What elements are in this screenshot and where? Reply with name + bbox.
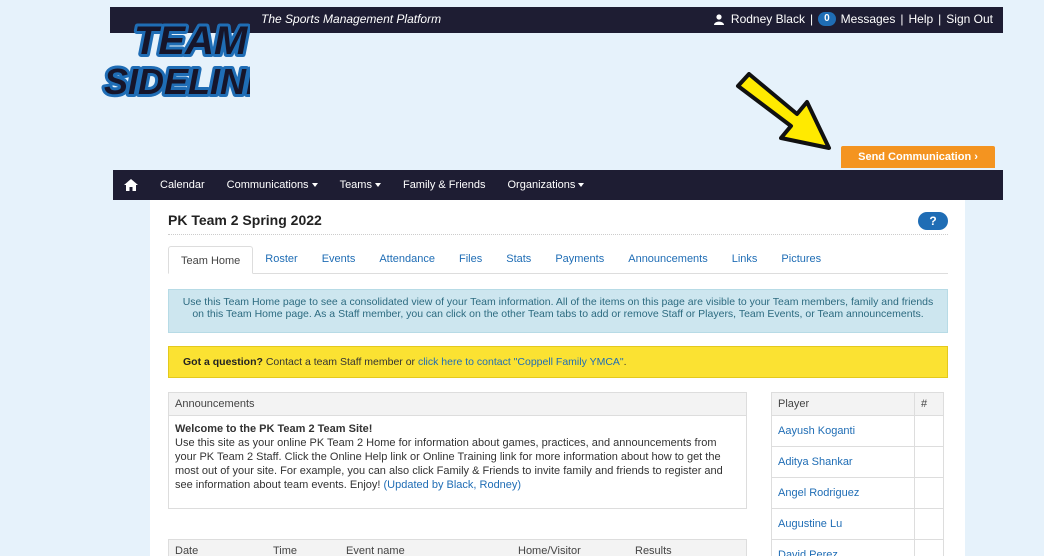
player-number	[915, 509, 943, 539]
col-player: Player	[772, 393, 915, 415]
table-row: Augustine Lu	[772, 509, 943, 540]
player-link[interactable]: Augustine Lu	[772, 509, 915, 539]
send-communication-button[interactable]: Send Communication ›	[841, 146, 995, 168]
table-row: Angel Rodriguez	[772, 478, 943, 509]
nav-family-friends[interactable]: Family & Friends	[392, 179, 497, 191]
col-number: #	[921, 398, 928, 410]
tab-events[interactable]: Events	[310, 245, 368, 273]
info-alert: Use this Team Home page to see a consoli…	[168, 289, 948, 333]
player-number	[915, 416, 943, 446]
nav-teams[interactable]: Teams	[329, 179, 392, 191]
player-number	[915, 478, 943, 508]
tab-roster[interactable]: Roster	[253, 245, 309, 273]
players-header-row: Player #	[772, 393, 943, 416]
contact-ymca-link[interactable]: click here to contact "Coppell Family YM…	[418, 356, 624, 368]
tab-announcements[interactable]: Announcements	[616, 245, 720, 273]
tab-files[interactable]: Files	[447, 245, 494, 273]
main-nav: Calendar Communications Teams Family & F…	[113, 170, 1003, 200]
team-tabs: Team Home Roster Events Attendance Files…	[168, 246, 948, 274]
nav-organizations[interactable]: Organizations	[497, 179, 596, 191]
pointer-arrow-icon	[736, 72, 831, 150]
player-number	[915, 447, 943, 477]
announcement-title: Welcome to the PK Team 2 Team Site!	[175, 423, 373, 435]
tab-stats[interactable]: Stats	[494, 245, 543, 273]
player-link[interactable]: Angel Rodriguez	[772, 478, 915, 508]
player-link[interactable]: Aditya Shankar	[772, 447, 915, 477]
question-end: .	[623, 356, 627, 368]
player-link[interactable]: David Perez	[772, 540, 915, 556]
messages-link[interactable]: Messages	[841, 12, 896, 26]
user-name-link[interactable]: Rodney Black	[731, 12, 805, 26]
announcement-updated-by: (Updated by Black, Rodney)	[383, 479, 522, 491]
help-link[interactable]: Help	[908, 12, 933, 26]
separator: |	[938, 12, 942, 26]
messages-count-badge[interactable]: 0	[818, 12, 836, 26]
tab-pictures[interactable]: Pictures	[769, 245, 833, 273]
table-row: Aditya Shankar	[772, 447, 943, 478]
user-icon	[713, 13, 724, 25]
table-row: Aayush Koganti	[772, 416, 943, 447]
title-divider	[168, 234, 948, 235]
tab-team-home[interactable]: Team Home	[168, 246, 254, 274]
home-icon[interactable]	[113, 179, 149, 191]
announcement-body: Welcome to the PK Team 2 Team Site! Use …	[169, 416, 746, 498]
col-home-visitor[interactable]: Home/Visitor	[518, 545, 581, 556]
announcements-box: Announcements Welcome to the PK Team 2 T…	[168, 392, 747, 509]
events-table-header: Date Time Event name Home/Visitor Result…	[168, 539, 747, 556]
tab-links[interactable]: Links	[720, 245, 770, 273]
question-label: Got a question?	[183, 356, 263, 368]
caret-down-icon	[578, 183, 585, 188]
player-number	[915, 540, 943, 556]
player-link[interactable]: Aayush Koganti	[772, 416, 915, 446]
caret-down-icon	[311, 183, 318, 188]
separator: |	[809, 12, 814, 26]
content-panel: PK Team 2 Spring 2022 ? Team Home Roster…	[150, 200, 965, 556]
top-nav: Rodney Black | 0 Messages | Help | Sign …	[713, 12, 993, 26]
team-sideline-logo[interactable]: TEAM TEAM SIDELINE SIDELINE	[100, 14, 250, 100]
svg-text:SIDELINE: SIDELINE	[104, 61, 250, 100]
table-row: David Perez	[772, 540, 943, 556]
tagline: The Sports Management Platform	[261, 12, 442, 26]
svg-text:TEAM: TEAM	[134, 19, 249, 63]
caret-down-icon	[374, 183, 381, 188]
page-title: PK Team 2 Spring 2022	[168, 212, 322, 228]
col-results[interactable]: Results	[635, 545, 672, 556]
nav-communications[interactable]: Communications	[216, 179, 329, 191]
sign-out-link[interactable]: Sign Out	[946, 12, 993, 26]
question-alert: Got a question? Contact a team Staff mem…	[168, 346, 948, 378]
help-question-button[interactable]: ?	[918, 212, 948, 230]
nav-calendar[interactable]: Calendar	[149, 179, 216, 191]
question-text: Contact a team Staff member or	[262, 356, 418, 368]
announcements-header: Announcements	[169, 393, 746, 416]
separator: |	[900, 12, 904, 26]
players-table: Player # Aayush Koganti Aditya Shankar A…	[771, 392, 944, 556]
col-event-name[interactable]: Event name	[346, 545, 405, 556]
col-time[interactable]: Time	[273, 545, 297, 556]
col-date[interactable]: Date	[175, 545, 198, 556]
tab-payments[interactable]: Payments	[543, 245, 616, 273]
tab-attendance[interactable]: Attendance	[367, 245, 447, 273]
